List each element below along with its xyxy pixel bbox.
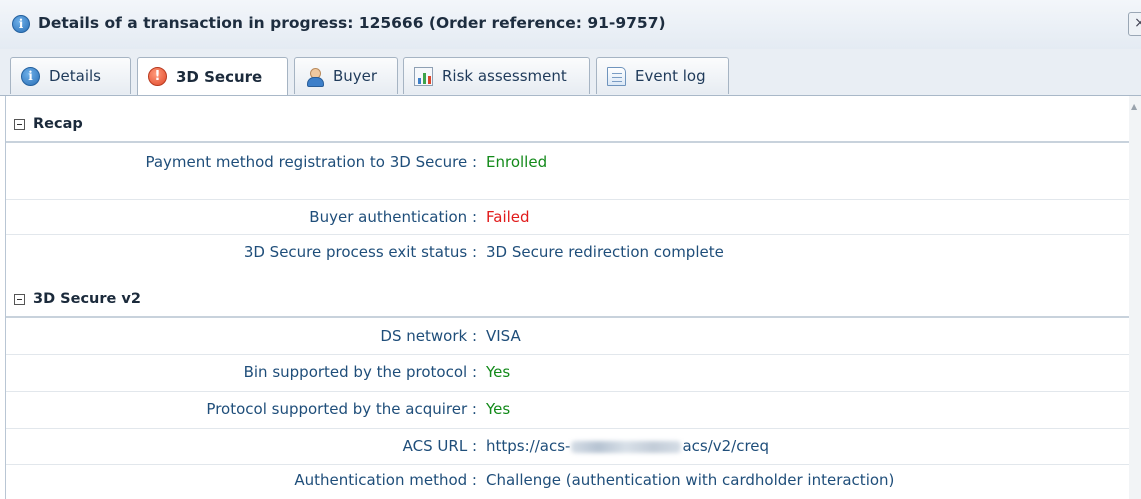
tab-details[interactable]: i Details (10, 57, 131, 94)
tab-label: 3D Secure (176, 67, 263, 86)
section-title: Recap (33, 116, 83, 132)
field-label: ACS URL : (402, 437, 477, 455)
field-label: DS network : (380, 327, 477, 345)
detail-row-buyer-authentication: Buyer authentication : Failed (6, 200, 1129, 235)
window-titlebar: i Details of a transaction in progress: … (0, 0, 1141, 50)
field-label: Buyer authentication : (309, 208, 477, 226)
section-header-3d-secure-v2[interactable]: 3D Secure v2 (6, 282, 1129, 318)
field-value: 3D Secure redirection complete (486, 243, 724, 261)
field-label: 3D Secure process exit status : (243, 243, 477, 261)
tab-label: Details (49, 67, 102, 85)
log-icon (607, 66, 626, 86)
tab-label: Event log (635, 67, 706, 85)
tab-strip: i Details ! 3D Secure Buyer Risk assessm… (0, 49, 1141, 96)
field-value: VISA (486, 327, 521, 345)
vertical-scrollbar[interactable]: ▲ (1129, 96, 1141, 499)
field-value: Yes (486, 400, 511, 418)
field-value: Yes (486, 363, 511, 381)
field-value: Challenge (authentication with cardholde… (486, 471, 895, 489)
collapse-icon[interactable] (14, 118, 25, 130)
detail-row-authentication-method: Authentication method : Challenge (authe… (6, 465, 1129, 499)
field-label: Payment method registration to 3D Secure… (145, 153, 477, 171)
scroll-up-arrow-icon[interactable]: ▲ (1131, 102, 1137, 111)
field-label: Bin supported by the protocol : (243, 363, 477, 381)
section-header-recap[interactable]: Recap (6, 107, 1129, 143)
acs-url-suffix: acs/v2/creq (682, 437, 770, 455)
field-value: https://acs-acs/v2/creq (486, 437, 769, 456)
warning-icon: ! (148, 67, 167, 86)
collapse-icon[interactable] (14, 293, 25, 305)
window-title: Details of a transaction in progress: 12… (38, 14, 666, 32)
acs-url-prefix: https://acs- (486, 437, 571, 455)
redacted-text (571, 440, 682, 453)
tab-event-log[interactable]: Event log (596, 57, 729, 94)
detail-row-registration: Payment method registration to 3D Secure… (6, 143, 1129, 200)
tab-risk-assessment[interactable]: Risk assessment (403, 57, 590, 94)
tab-content-panel: Recap Payment method registration to 3D … (5, 96, 1130, 499)
close-button[interactable]: × (1128, 12, 1141, 36)
detail-row-protocol-supported: Protocol supported by the acquirer : Yes (6, 392, 1129, 429)
field-value: Enrolled (486, 153, 548, 171)
tab-label: Buyer (333, 67, 378, 85)
detail-row-ds-network: DS network : VISA (6, 318, 1129, 355)
tab-buyer[interactable]: Buyer (294, 57, 398, 94)
detail-row-bin-supported: Bin supported by the protocol : Yes (6, 355, 1129, 392)
detail-row-acs-url: ACS URL : https://acs-acs/v2/creq (6, 429, 1129, 465)
tab-label: Risk assessment (442, 67, 567, 85)
info-icon: i (12, 15, 30, 33)
field-value: Failed (486, 208, 530, 226)
field-label: Authentication method : (294, 471, 477, 489)
detail-row-exit-status: 3D Secure process exit status : 3D Secur… (6, 235, 1129, 271)
field-label: Protocol supported by the acquirer : (206, 400, 477, 418)
chart-icon (414, 66, 433, 86)
user-icon (305, 67, 324, 87)
tab-3d-secure[interactable]: ! 3D Secure (137, 57, 288, 95)
section-title: 3D Secure v2 (33, 291, 141, 307)
info-icon: i (21, 66, 40, 86)
